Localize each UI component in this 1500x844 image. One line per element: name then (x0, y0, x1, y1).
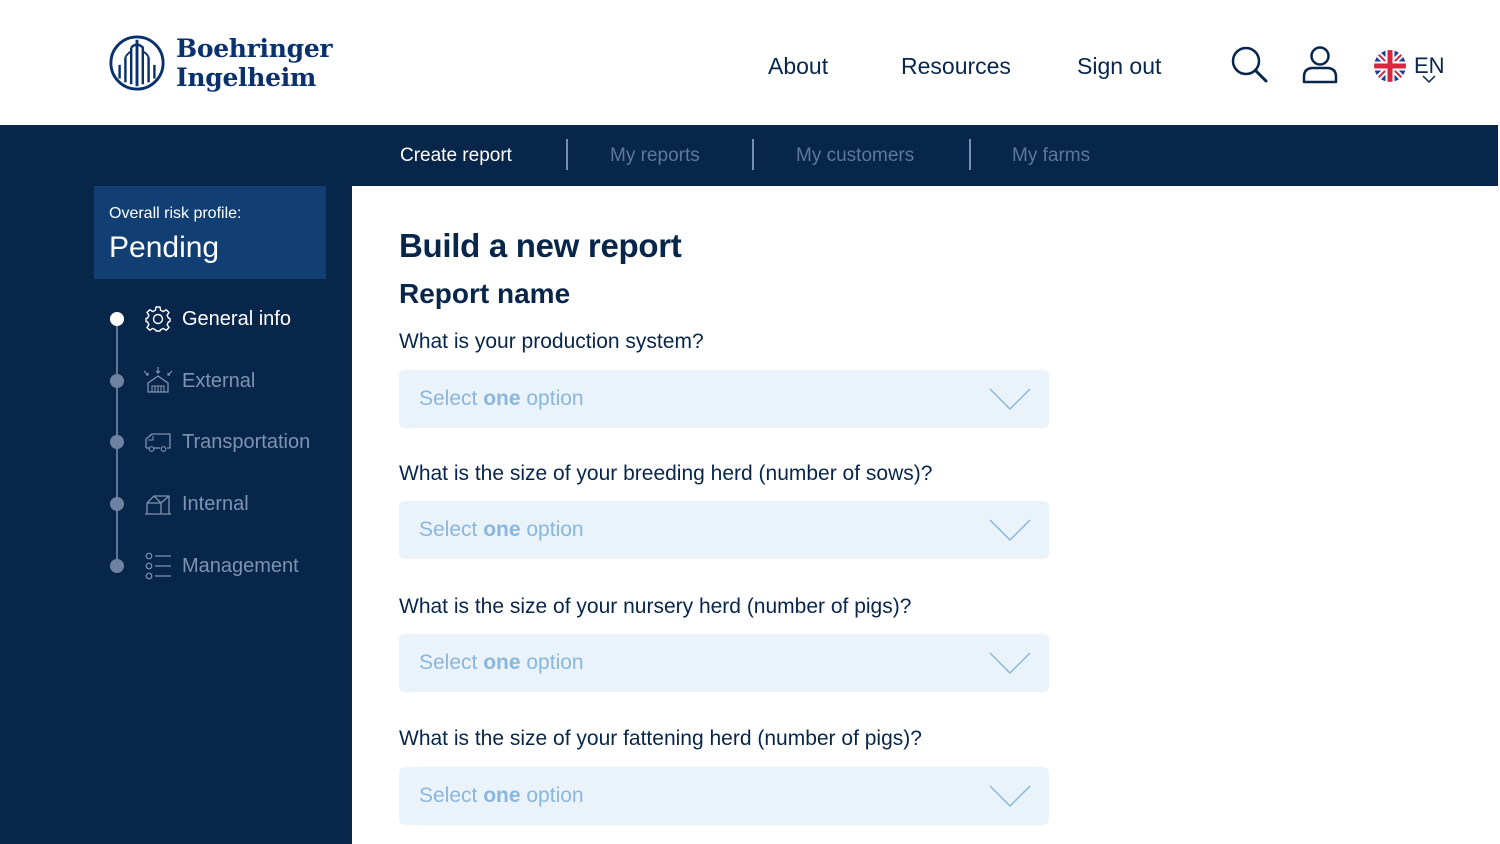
sidebar-step-general-info[interactable]: General info (108, 304, 291, 334)
step-label: General info (182, 307, 291, 330)
tab-create-report[interactable]: Create report (400, 125, 512, 186)
step-dot (110, 312, 124, 326)
breeding-herd-select[interactable]: Select one option (399, 501, 1049, 559)
fattening-herd-select[interactable]: Select one option (399, 767, 1049, 825)
main-content: Build a new report Report name What is y… (352, 186, 1500, 844)
placeholder-pre: Select (419, 387, 484, 410)
risk-profile-label: Overall risk profile: (109, 205, 242, 222)
select-placeholder: Select one option (419, 634, 584, 692)
tab-my-reports[interactable]: My reports (610, 125, 700, 186)
risk-profile-value: Pending (109, 231, 220, 264)
chevron-down-icon (989, 785, 1031, 807)
chevron-down-icon (989, 519, 1031, 541)
sub-navigation: Create report My reports My customers My… (0, 125, 1498, 186)
step-label: External (182, 369, 256, 392)
placeholder-bold: one (483, 518, 521, 541)
uk-flag-icon (1374, 50, 1406, 82)
question-fattening-herd: What is the size of your fattening herd … (399, 727, 922, 750)
chevron-down-icon (989, 652, 1031, 674)
placeholder-pre: Select (419, 784, 484, 807)
step-label: Transportation (182, 430, 311, 453)
external-icon (143, 367, 173, 393)
sidebar-step-external[interactable]: External (108, 366, 255, 396)
select-placeholder: Select one option (419, 501, 584, 559)
placeholder-post: option (520, 387, 584, 410)
search-icon[interactable] (1229, 44, 1269, 84)
nav-about[interactable]: About (768, 48, 828, 84)
brand-logo[interactable]: Boehringer Ingelheim (108, 33, 333, 93)
select-placeholder: Select one option (419, 767, 584, 825)
step-dot (110, 497, 124, 511)
tab-my-farms[interactable]: My farms (1012, 125, 1090, 186)
gear-icon (145, 306, 171, 332)
chevron-down-icon (989, 388, 1031, 410)
placeholder-post: option (520, 518, 584, 541)
placeholder-pre: Select (419, 651, 484, 674)
placeholder-post: option (520, 651, 584, 674)
tab-divider (969, 139, 971, 170)
tab-divider (752, 139, 754, 170)
sidebar-step-internal[interactable]: Internal (108, 489, 249, 519)
page-title: Build a new report (399, 227, 682, 264)
step-dot (110, 435, 124, 449)
placeholder-bold: one (483, 784, 521, 807)
production-system-select[interactable]: Select one option (399, 370, 1049, 428)
step-dot (110, 374, 124, 388)
sidebar-step-management[interactable]: Management (108, 551, 299, 581)
brand-name: Boehringer Ingelheim (176, 34, 333, 92)
sidebar: Overall risk profile: Pending General in… (0, 186, 352, 844)
step-label: Internal (182, 492, 249, 515)
question-nursery-herd: What is the size of your nursery herd (n… (399, 595, 912, 618)
nav-sign-out[interactable]: Sign out (1077, 48, 1161, 84)
question-breeding-herd: What is the size of your breeding herd (… (399, 462, 933, 485)
step-label: Management (182, 554, 299, 577)
top-header: Boehringer Ingelheim About Resources Sig… (0, 0, 1500, 125)
brand-line-2: Ingelheim (176, 63, 317, 92)
report-name-heading: Report name (399, 278, 571, 309)
tab-divider (566, 139, 568, 170)
risk-profile-box: Overall risk profile: Pending (94, 186, 326, 279)
nursery-herd-select[interactable]: Select one option (399, 634, 1049, 692)
list-icon (145, 552, 171, 580)
question-production-system: What is your production system? (399, 330, 704, 353)
placeholder-post: option (520, 784, 584, 807)
nav-resources[interactable]: Resources (901, 48, 1011, 84)
user-icon[interactable] (1300, 44, 1340, 84)
chevron-down-icon[interactable] (1421, 74, 1437, 84)
placeholder-bold: one (483, 387, 521, 410)
barn-icon (145, 495, 171, 515)
boehringer-logo-icon (109, 35, 165, 91)
brand-line-1: Boehringer (176, 34, 333, 63)
sidebar-step-transportation[interactable]: Transportation (108, 427, 310, 457)
placeholder-pre: Select (419, 518, 484, 541)
select-placeholder: Select one option (419, 370, 584, 428)
truck-icon (145, 433, 171, 452)
tab-my-customers[interactable]: My customers (796, 125, 914, 186)
step-dot (110, 559, 124, 573)
placeholder-bold: one (483, 651, 521, 674)
